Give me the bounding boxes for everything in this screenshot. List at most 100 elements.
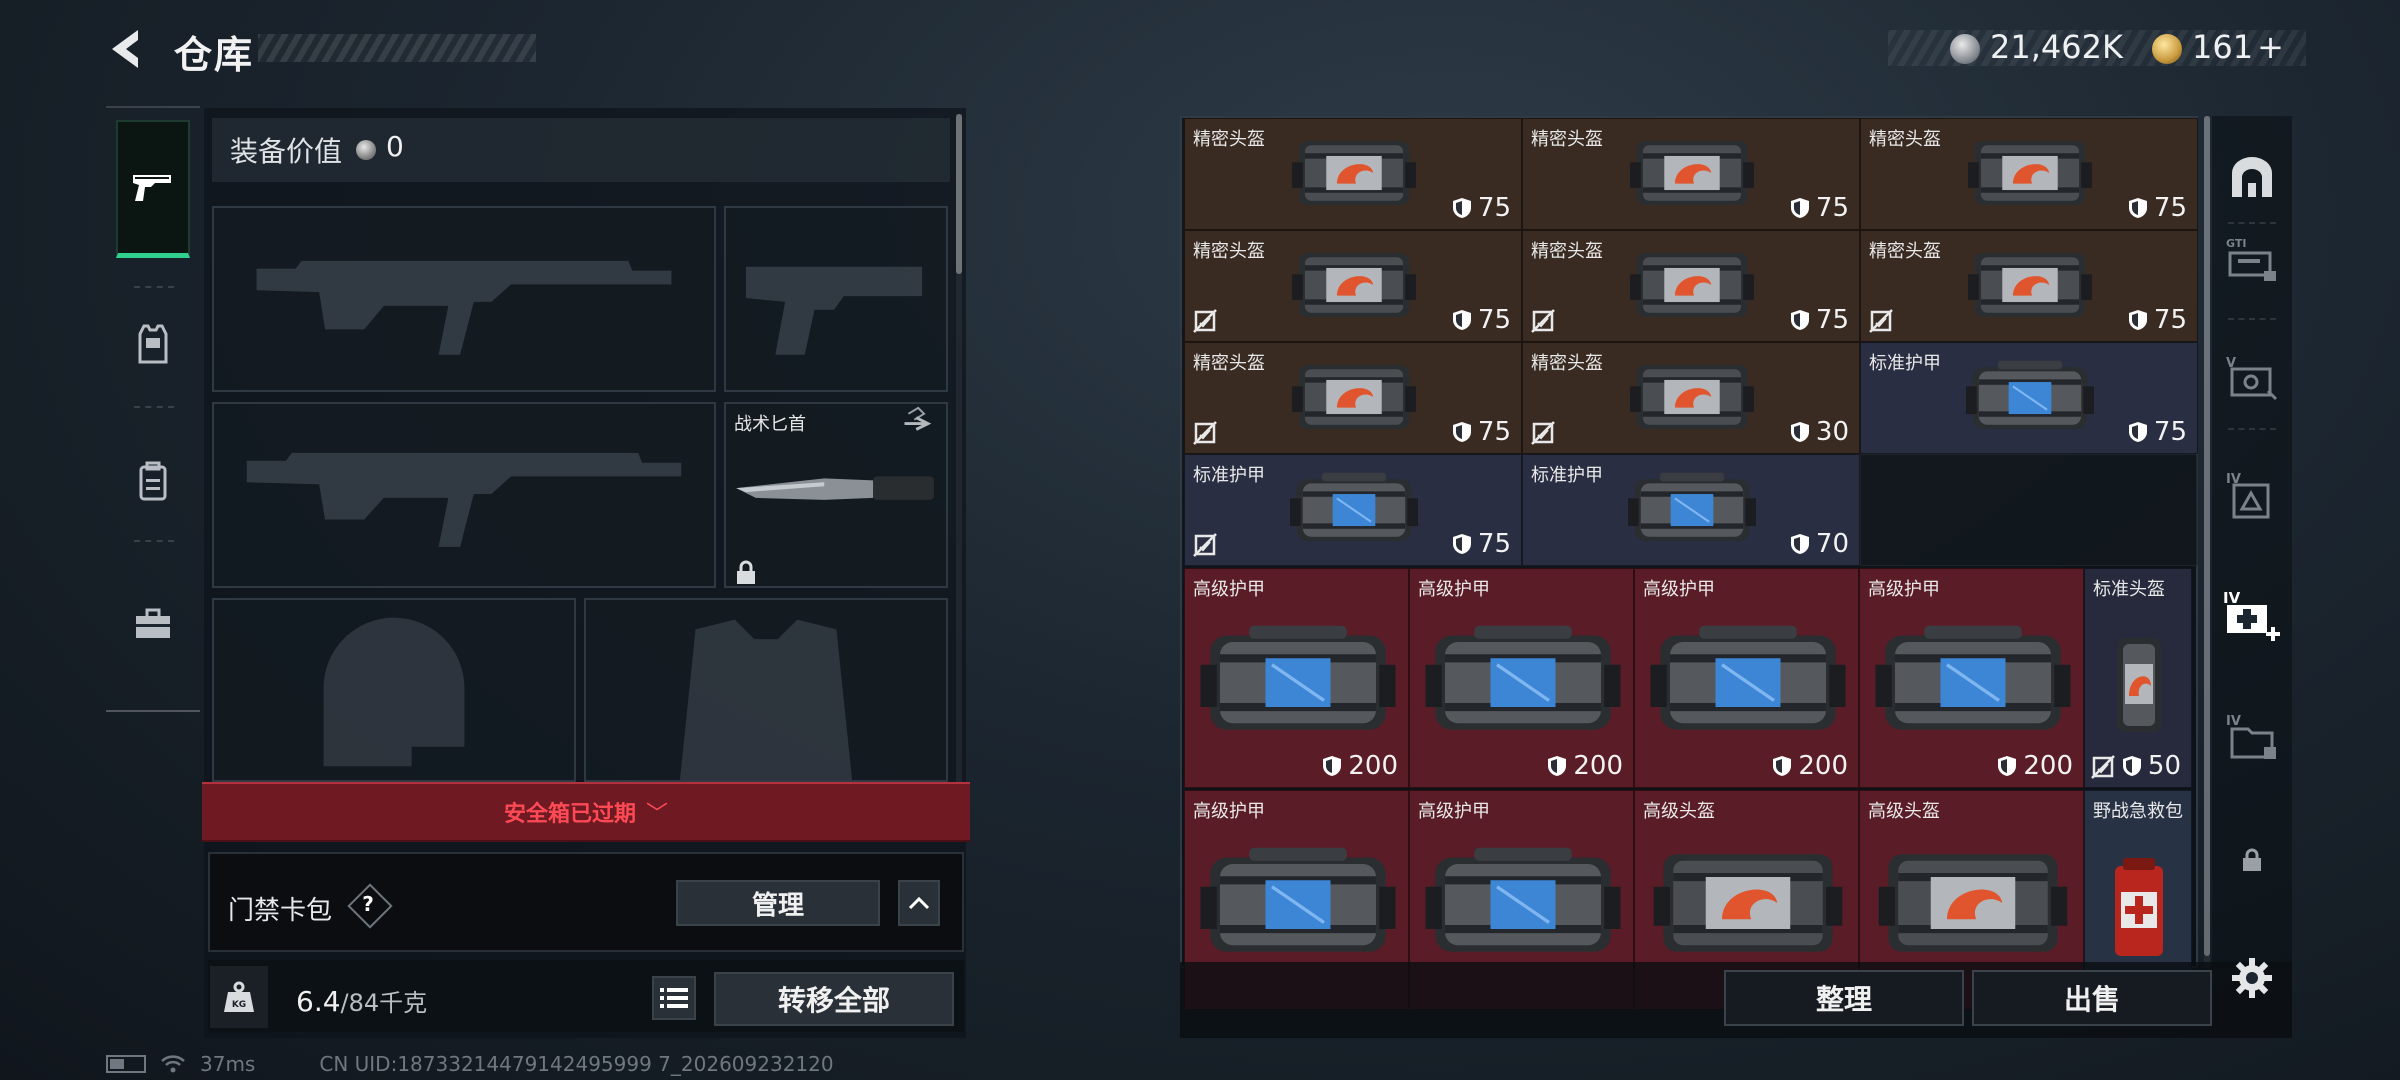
durability-shield-icon — [1323, 756, 1342, 776]
tab-armor[interactable] — [116, 304, 190, 384]
storage-item[interactable]: 标准护甲 70 — [1522, 454, 1860, 566]
item-name: 精密头盔 — [1531, 129, 1603, 150]
sell-button[interactable]: 出售 — [1972, 970, 2212, 1026]
manage-button[interactable]: 管理 — [676, 880, 880, 926]
helmet-icon — [1292, 365, 1416, 429]
armor-icon — [1875, 625, 2071, 730]
loadout-scroll-thumb[interactable] — [956, 114, 962, 274]
secondary-weapon-slot[interactable] — [212, 402, 716, 588]
storage-item[interactable]: 高级护甲 200 — [1184, 568, 1409, 788]
collapse-button[interactable] — [898, 880, 940, 926]
item-image — [1628, 242, 1756, 332]
tab-case-v[interactable]: V — [2216, 330, 2288, 426]
tab-weapons[interactable] — [116, 120, 190, 258]
back-button[interactable] — [104, 26, 150, 72]
helmet-icon — [2117, 638, 2161, 732]
helmet-silhouette-icon — [323, 617, 465, 767]
gold-coin-value: 161 — [2192, 28, 2254, 66]
item-durability: 75 — [2128, 193, 2187, 223]
item-durability: 30 — [1790, 417, 1849, 447]
item-durability-value: 75 — [1477, 193, 1511, 223]
storage-item[interactable]: 精密头盔 75 — [1860, 230, 2198, 342]
empty-storage-slot[interactable] — [1860, 454, 2198, 566]
item-durability-value: 200 — [1573, 751, 1623, 781]
armor-icon — [1200, 847, 1396, 952]
primary-weapon-slot[interactable] — [212, 206, 716, 392]
tab-case-iv[interactable]: IV — [2216, 448, 2288, 544]
tab-backpack[interactable] — [116, 446, 190, 516]
item-image — [1290, 466, 1418, 556]
list-view-button[interactable] — [652, 976, 696, 1020]
storage-item[interactable]: 高级护甲 200 — [1409, 568, 1634, 788]
armor-icon — [1650, 625, 1846, 730]
uid-text: CN UID:18733214479142495999 7_2026092321… — [319, 1052, 834, 1076]
storage-item[interactable]: 标准护甲 75 — [1860, 342, 2198, 454]
durability-shield-icon — [1452, 534, 1471, 554]
storage-item[interactable]: 精密头盔 30 — [1522, 342, 1860, 454]
item-name: 精密头盔 — [1531, 241, 1603, 262]
item-image — [1200, 838, 1396, 972]
toolbox-icon — [136, 608, 170, 638]
page-title: 仓库 — [174, 33, 255, 77]
settings-icon — [2232, 958, 2272, 998]
item-durability-value: 75 — [1477, 529, 1511, 559]
storage-item[interactable]: 高级护甲 200 — [1634, 568, 1859, 788]
item-image — [1425, 616, 1621, 750]
item-durability: 75 — [1452, 529, 1511, 559]
chevron-up-icon — [908, 896, 930, 910]
item-durability-value: 70 — [1815, 529, 1849, 559]
vest-icon — [138, 324, 168, 364]
item-durability: 200 — [1547, 751, 1623, 781]
durability-shield-icon — [1790, 310, 1809, 330]
armor-icon — [1290, 472, 1418, 541]
safebox-expired-banner[interactable]: 安全箱已过期 ﹀ — [202, 782, 970, 842]
tab-locked[interactable] — [2216, 812, 2288, 908]
item-image — [1966, 242, 2094, 332]
item-durability: 70 — [1790, 529, 1849, 559]
helmet-icon — [1968, 253, 2092, 317]
sort-button[interactable]: 整理 — [1724, 970, 1964, 1026]
item-image — [1200, 616, 1396, 750]
durability-shield-icon — [1452, 422, 1471, 442]
storage-item[interactable]: 精密头盔 75 — [1184, 342, 1522, 454]
item-durability-value: 200 — [1348, 751, 1398, 781]
tab-tools[interactable] — [116, 594, 190, 654]
medkit-icon — [2115, 858, 2163, 956]
body-armor-slot[interactable] — [584, 598, 948, 782]
item-name: 精密头盔 — [1869, 129, 1941, 150]
transfer-all-button[interactable]: 转移全部 — [714, 972, 954, 1026]
item-image — [1628, 466, 1756, 556]
item-durability: 200 — [1322, 751, 1398, 781]
safebox-expired-text: 安全箱已过期 — [503, 802, 636, 827]
tab-warehouse[interactable] — [2216, 128, 2288, 224]
settings-button[interactable] — [2216, 930, 2288, 1026]
storage-item[interactable]: 标准护甲 75 — [1184, 454, 1522, 566]
item-name: 高级护甲 — [1868, 579, 1940, 600]
storage-item[interactable]: 标准头盔 50 — [2084, 568, 2192, 788]
keycard-pack-label: 门禁卡包 — [228, 896, 333, 926]
storage-scroll-thumb[interactable] — [2204, 116, 2210, 956]
storage-item[interactable]: 精密头盔 75 — [1860, 118, 2198, 230]
rail-divider — [134, 406, 174, 408]
storage-item[interactable]: 精密头盔 75 — [1522, 118, 1860, 230]
tab-medical-case[interactable]: IV — [2216, 568, 2288, 664]
tab-folder-case[interactable]: IV — [2216, 690, 2288, 786]
storage-item[interactable]: 精密头盔 75 — [1522, 230, 1860, 342]
back-arrow-icon — [112, 30, 138, 68]
item-durability: 75 — [2128, 417, 2187, 447]
storage-item[interactable]: 精密头盔 75 — [1184, 230, 1522, 342]
gold-coin-amount[interactable]: 161 + — [2192, 28, 2284, 66]
silver-coin-amount: 21,462K — [1990, 28, 2123, 66]
item-durability: 75 — [1452, 417, 1511, 447]
tab-gear-case[interactable]: GTI — [2216, 212, 2288, 308]
durability-shield-icon — [1452, 198, 1471, 218]
item-image — [1290, 354, 1418, 444]
storage-item[interactable]: 精密头盔 75 — [1184, 118, 1522, 230]
helmet-slot[interactable] — [212, 598, 576, 782]
storage-item[interactable]: 高级护甲 200 — [1859, 568, 2084, 788]
melee-slot[interactable]: 战术匕首 — [724, 402, 948, 588]
item-name: 标准护甲 — [1869, 353, 1941, 374]
sidearm-slot[interactable] — [724, 206, 948, 392]
help-icon[interactable]: ? — [350, 888, 386, 920]
add-currency-button[interactable]: + — [2257, 28, 2284, 66]
